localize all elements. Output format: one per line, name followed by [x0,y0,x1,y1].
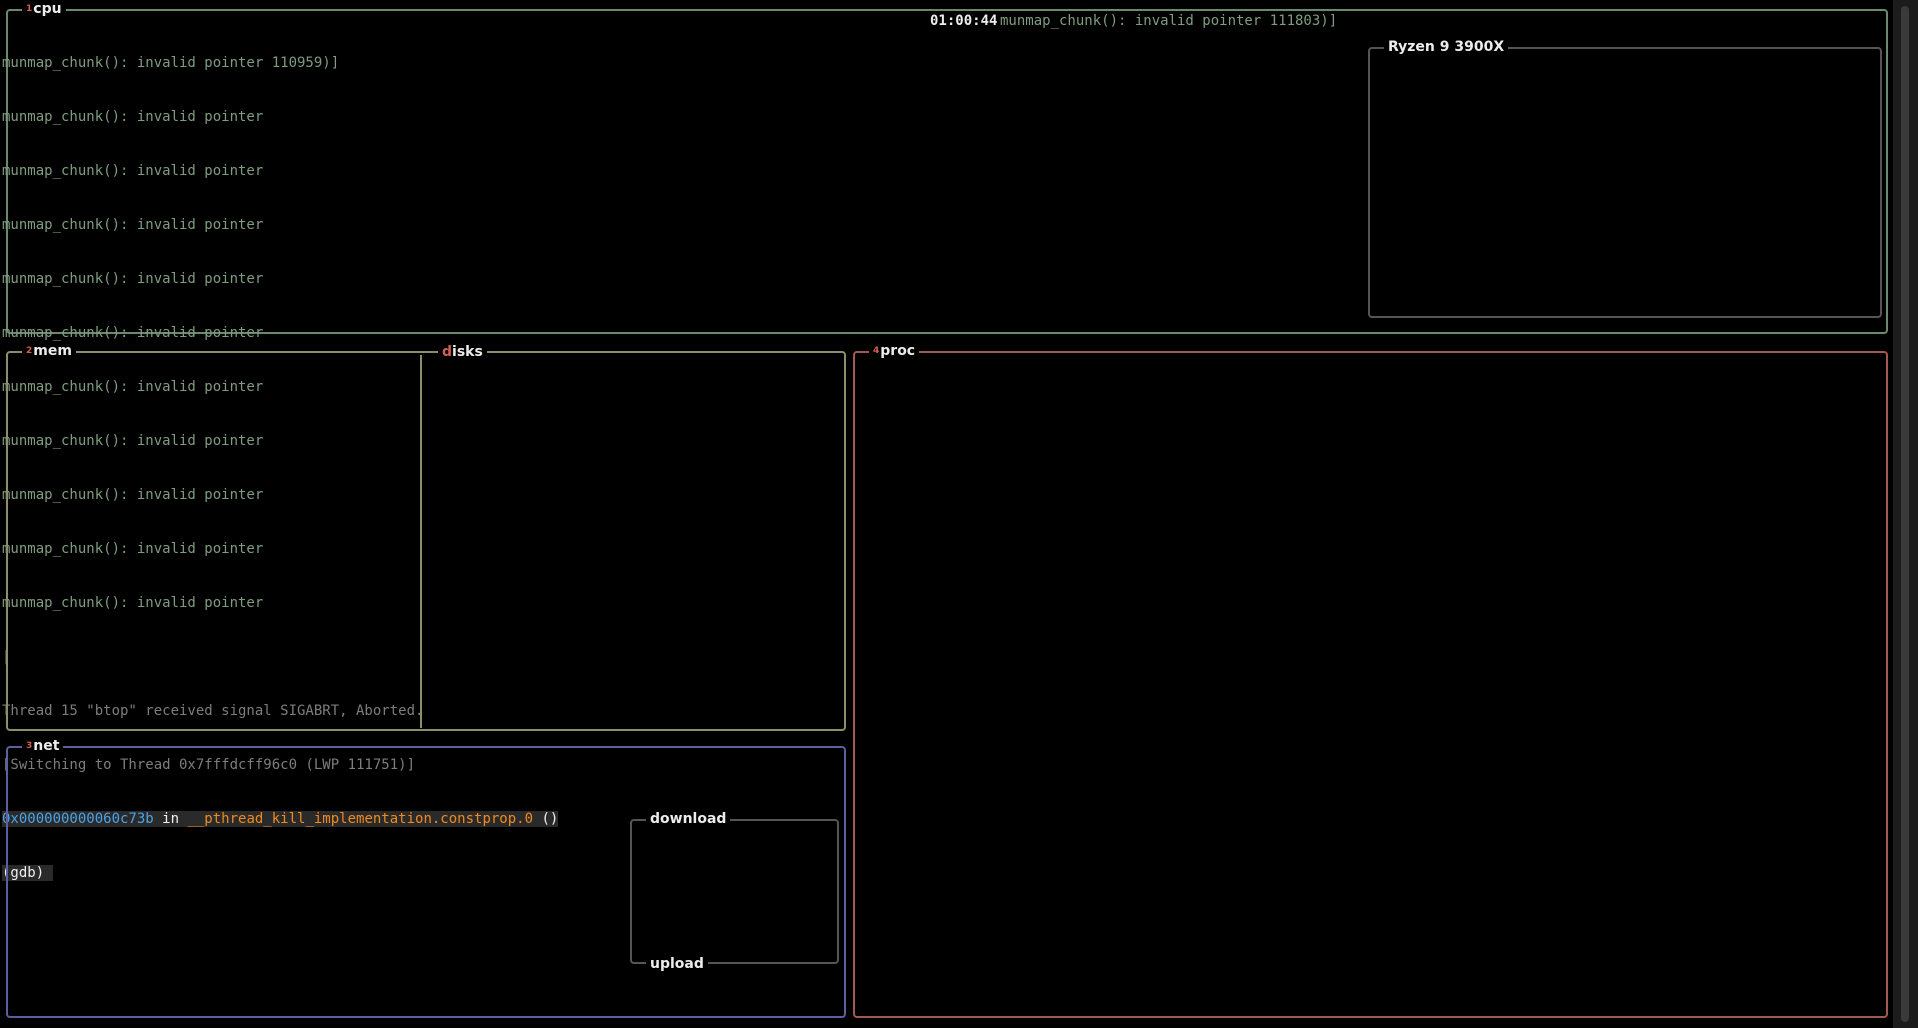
download-label: download [646,810,731,828]
cpu-model-title: Ryzen 9 3900X [1384,38,1509,56]
mem-panel-label: mem [33,343,72,359]
disks-shortcut: d [442,344,453,360]
mem-panel-shortcut: 2 [26,346,33,356]
proc-panel: 4proc [853,342,1888,1018]
scrollbar-thumb[interactable] [1901,6,1909,1022]
terminal-screen: 1cpu 01:00:44 munmap_chunk(): invalid po… [0,0,1918,1028]
gdb-line: munmap_chunk(): invalid pointer [2,271,264,287]
gdb-line: munmap_chunk(): invalid pointer [2,109,264,125]
gdb-line: munmap_chunk(): invalid pointer 110959)] [2,55,340,71]
net-panel-shortcut: 3 [26,741,33,751]
net-graph-box: download upload [630,810,839,973]
net-panel-title[interactable]: 3net [22,737,64,755]
scrollbar[interactable] [1893,0,1918,1028]
cpu-info-box: Ryzen 9 3900X [1368,38,1882,318]
disks-label: isks [452,344,483,360]
gdb-line: munmap_chunk(): invalid pointer [2,325,264,341]
gdb-line: munmap_chunk(): invalid pointer [2,217,264,233]
cpu-panel-title[interactable]: 1cpu [22,0,66,18]
cpu-panel-label: cpu [33,1,62,17]
clock: 01:00:44 [926,12,1002,30]
mem-panel: 2mem [6,342,846,731]
mem-disks-divider [420,355,422,728]
gdb-line: munmap_chunk(): invalid pointer [2,163,264,179]
net-panel-label: net [33,738,60,754]
proc-panel-shortcut: 4 [873,346,880,356]
disks-panel-title[interactable]: disks [438,343,487,361]
cpu-header-message: munmap_chunk(): invalid pointer 111803)] [998,12,1340,30]
mem-panel-title[interactable]: 2mem [22,342,76,360]
cpu-panel-shortcut: 1 [26,4,33,14]
proc-panel-label: proc [880,343,916,359]
proc-panel-title[interactable]: 4proc [869,342,920,360]
upload-label: upload [646,955,708,973]
